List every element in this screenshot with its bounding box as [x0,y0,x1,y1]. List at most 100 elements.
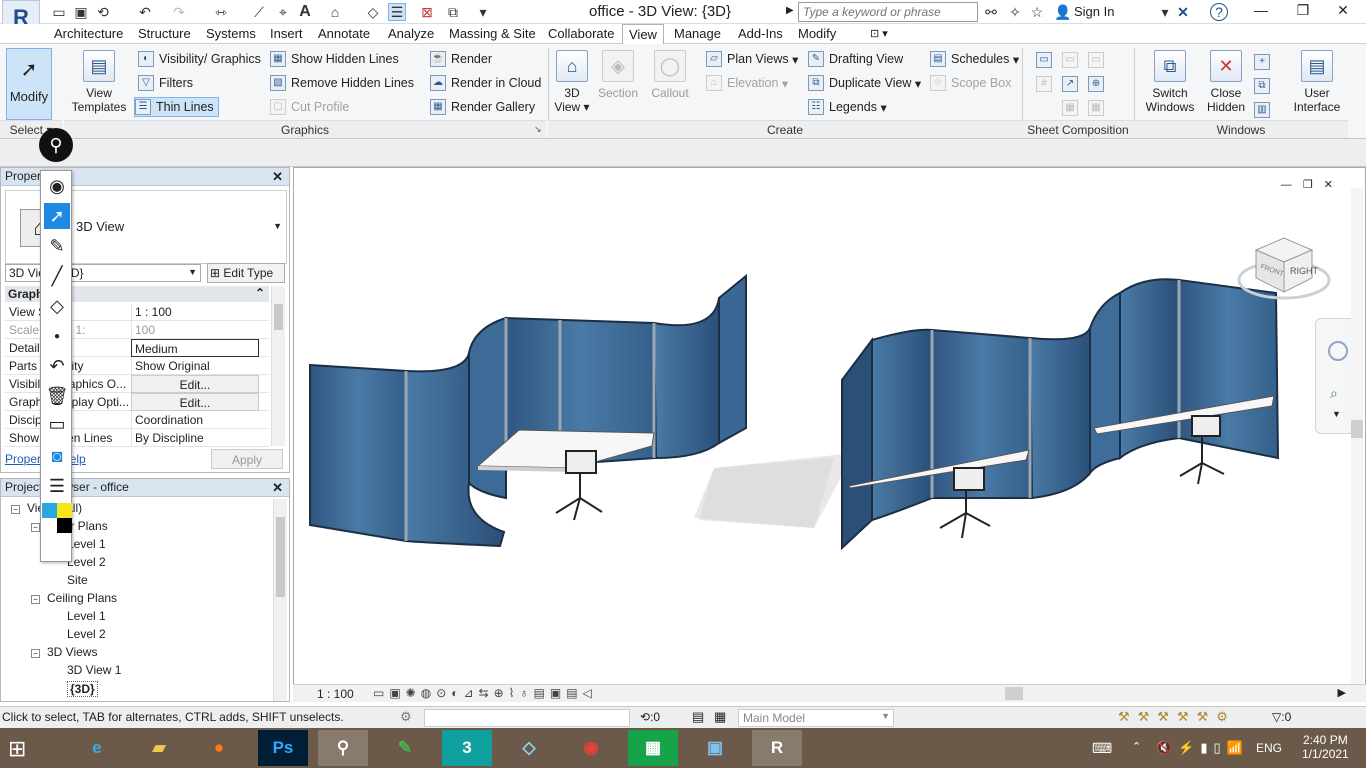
tray-overflow-icon[interactable]: ⌃ [1132,740,1141,753]
render-gallery-button[interactable]: ▦ Render Gallery [430,97,535,117]
revisions-icon[interactable]: ▭ [1088,50,1109,70]
horizontal-scrollbar-thumb[interactable] [1005,687,1023,700]
whiteboard-icon[interactable]: ▭ [44,411,70,437]
3d-view-button[interactable]: ⌂ 3D View ▾ [554,50,590,114]
filters-button[interactable]: ▽ Filters [138,73,193,93]
tab-add-ins[interactable]: Add-Ins [732,26,789,44]
taskbar-calculator-icon[interactable]: ▦ [628,730,678,766]
sync-icon[interactable]: ⟲ [94,3,112,21]
section-button[interactable]: ◈ Section [596,50,640,100]
browser-tree-item[interactable]: Level 1 [67,537,106,551]
instance-filter-dropdown[interactable]: 3D View: {3D}▼ [5,264,201,282]
matchline-icon[interactable]: ↗ [1062,74,1083,94]
browser-scrollbar[interactable] [273,499,287,701]
keyboard-icon[interactable]: ⌨ [1092,740,1112,757]
text-icon[interactable]: A [296,3,314,21]
tab-modify[interactable]: Modify [792,26,842,44]
binoculars-icon[interactable]: ⚯ [982,3,1000,21]
remove-hidden-lines-button[interactable]: ▧ Remove Hidden Lines [270,73,414,93]
cascade-icon[interactable]: ⧉ [1254,76,1275,96]
ribbon-minimize-toggle-icon[interactable]: ⊡ ▾ [864,27,894,45]
taskbar-screen-annotation-icon[interactable]: ⚲ [318,730,368,766]
pen-icon[interactable]: ✎ [44,233,70,259]
design-options-icon[interactable]: ▤ [692,709,704,725]
view-reference-icon[interactable]: ⊕ [1088,74,1109,94]
tab-insert[interactable]: Insert [264,26,309,44]
titleblock-icon[interactable]: ▭ [1062,50,1083,70]
browser-tree-item[interactable]: 3D Views [47,645,97,659]
customize-qat-icon[interactable]: ▾ [474,3,492,21]
taskbar-photos-icon[interactable]: ▣ [690,730,740,766]
section-icon[interactable]: ◇ [364,3,382,21]
browser-tree-item[interactable]: 3D View 1 [67,663,121,677]
browser-tree-item[interactable]: Ceiling Plans [47,591,117,605]
plan-views-button[interactable]: ▱ Plan Views ▾ [706,49,798,69]
subscription-icon[interactable]: ✧ [1006,3,1024,21]
tag-icon[interactable]: ⌖ [274,3,292,21]
zoom-icon[interactable]: ⌕ [1330,385,1338,402]
menu-icon[interactable]: ☰ [44,473,70,499]
tree-collapse-toggle[interactable]: − [11,505,20,514]
cubicle-workstation-right[interactable] [699,278,1280,551]
minimize-icon[interactable]: — [1246,2,1276,22]
taskbar-3ds-max-icon[interactable]: 3 [442,730,492,766]
vertical-scrollbar[interactable] [1351,188,1363,684]
eraser-icon[interactable]: ◇ [44,293,70,319]
drafting-view-button[interactable]: ✎ Drafting View [808,49,903,69]
edit-button[interactable]: Edit... [131,393,259,411]
tab-systems[interactable]: Systems [200,26,262,44]
close-hidden-windows-icon[interactable]: ⊠ [418,3,436,21]
sign-in-button[interactable]: Sign In [1074,4,1114,19]
open-icon[interactable]: ▭ [50,3,68,21]
thin-lines-qat-icon[interactable]: ☰ [388,3,406,21]
close-icon[interactable]: ✕ [1328,2,1358,22]
sign-in-dropdown-icon[interactable]: ▾ [1156,3,1174,21]
tab-analyze[interactable]: Analyze [382,26,440,44]
apply-button[interactable]: Apply [211,449,283,469]
color-cyan-swatch[interactable] [42,503,57,518]
thin-lines-button[interactable]: ☰ Thin Lines [134,97,219,117]
edit-button[interactable]: Edit... [131,375,259,393]
duplicate-view-button[interactable]: ⧉ Duplicate View ▾ [808,73,921,93]
input-language[interactable]: ENG [1256,741,1282,755]
tab-collaborate[interactable]: Collaborate [542,26,621,44]
help-icon[interactable]: ? [1210,3,1228,21]
view-control-icons[interactable]: ▭▣✺◍⊙◐⊿⇆⊕⌇♁▤▣▤◁ [373,686,597,700]
dot-size-icon[interactable]: ● [44,323,70,349]
editing-requests[interactable]: ⟲:0 [640,710,660,724]
viewports-icon[interactable]: ▦ [1062,98,1083,118]
close-icon[interactable]: ✕ [272,169,283,185]
undo-icon[interactable]: ↶ [44,353,70,379]
camera-icon[interactable]: ◙ [44,443,70,469]
switch-windows-button[interactable]: ⧉ Switch Windows [1140,50,1200,114]
annotation-tool-logo-icon[interactable]: ⚲ [39,128,73,162]
close-icon[interactable]: ✕ [272,480,283,496]
guide-grid-icon[interactable]: # [1036,74,1057,94]
visibility-graphics-button[interactable]: ◐ Visibility/ Graphics [138,49,261,69]
graphics-dialog-launcher-icon[interactable]: ↘ [534,124,542,135]
eye-icon[interactable]: ◉ [44,173,70,199]
clock[interactable]: 2:40 PM 1/1/2021 [1302,733,1349,761]
tab-annotate[interactable]: Annotate [312,26,376,44]
windows-start-icon[interactable]: ⊞ [8,736,26,762]
editable-only-icon[interactable]: ▦ [714,709,726,725]
taskbar-photoshop-icon[interactable]: Ps [258,730,308,766]
sheet-issues-icon[interactable]: ▦ [1088,98,1109,118]
exchange-apps-icon[interactable]: ✕ [1174,3,1192,21]
scroll-right-icon[interactable]: ▶ [1338,686,1346,699]
tree-collapse-toggle[interactable]: − [31,595,40,604]
viewcube-right-face[interactable]: RIGHT [1290,266,1319,276]
design-option-dropdown[interactable]: Main Model ▼ [738,709,894,727]
filter-count[interactable]: ▽:0 [1272,710,1291,724]
scope-box-button[interactable]: ⊹ Scope Box [930,73,1011,93]
line-icon[interactable]: ╱ [44,263,70,289]
taskbar-paint-icon[interactable]: ◇ [504,730,554,766]
tab-manage[interactable]: Manage [668,26,727,44]
show-hidden-lines-button[interactable]: ▦ Show Hidden Lines [270,49,399,69]
system-tray-icons[interactable]: 🔇⚡▮▯📶 [1156,740,1249,756]
properties-scrollbar[interactable] [271,286,285,446]
drawing-area-3d-view[interactable]: — ❐ ✕ RIGHT FRONT ⌕ ▼ [293,167,1366,702]
browser-tree-item[interactable]: Site [67,573,88,587]
view-templates-button[interactable]: ▤ View Templates [68,50,130,114]
selection-toggles[interactable]: ⚒⚒⚒⚒⚒⚙ [1118,709,1236,725]
